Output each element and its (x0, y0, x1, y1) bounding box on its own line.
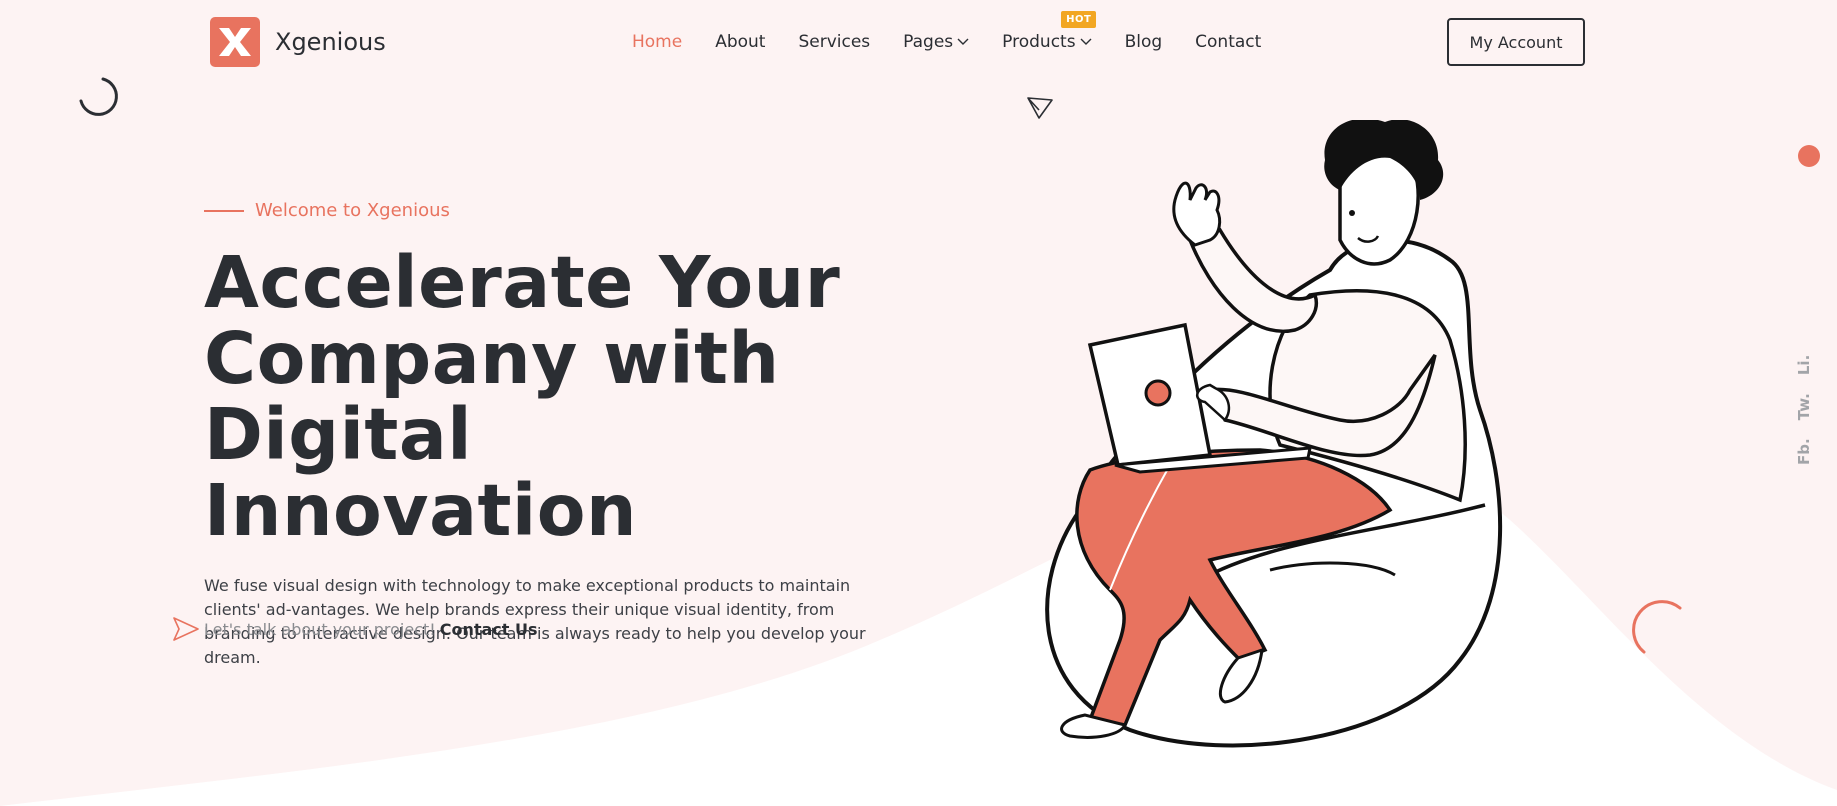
site-header: Xgenious Home About Services Pages HOT P… (0, 0, 1837, 84)
hero-title-line: Digital Innovation (204, 393, 638, 552)
cta-text: Let's talk about your project! (204, 619, 436, 639)
hero-title: Accelerate Your Company with Digital Inn… (204, 245, 924, 549)
chevron-down-icon (1080, 38, 1092, 45)
paper-plane-icon (1027, 97, 1053, 119)
logo-mark-icon (210, 17, 260, 67)
hero-cta: Let's talk about your project! Contact U… (171, 615, 538, 643)
social-link-twitter[interactable]: Tw. (1795, 393, 1813, 420)
nav-item-products-label: Products (1002, 32, 1076, 52)
brand-name: Xgenious (275, 28, 386, 56)
welcome-tagline: Welcome to Xgenious (204, 200, 924, 221)
nav-item-products[interactable]: HOT Products (1002, 11, 1097, 52)
send-arrow-icon (173, 617, 199, 641)
nav-item-blog[interactable]: Blog (1125, 32, 1163, 52)
contact-us-link[interactable]: Contact Us (440, 620, 538, 639)
chevron-down-icon (957, 38, 969, 45)
hero-illustration (1045, 120, 1503, 748)
hero-section: Welcome to Xgenious Accelerate Your Comp… (204, 200, 924, 670)
social-link-linkedin[interactable]: Fb. (1795, 438, 1813, 465)
nav-item-pages[interactable]: Pages (903, 32, 969, 52)
nav-item-pages-label: Pages (903, 32, 954, 52)
accent-dot-icon (1798, 145, 1820, 167)
social-links: Fb. Tw. Li. (1795, 337, 1813, 465)
nav-item-services[interactable]: Services (798, 32, 870, 52)
nav-item-home[interactable]: Home (632, 32, 682, 52)
brand-logo[interactable]: Xgenious (210, 17, 386, 67)
hero-title-line: Accelerate Your (204, 241, 841, 324)
accent-arc-icon (1632, 600, 1682, 654)
hero-title-line: Company with (204, 317, 780, 400)
welcome-line (204, 209, 244, 212)
welcome-text: Welcome to Xgenious (255, 200, 450, 221)
hot-badge: HOT (1061, 11, 1097, 28)
nav-item-contact[interactable]: Contact (1195, 32, 1261, 52)
social-link-facebook[interactable]: Li. (1795, 355, 1813, 375)
main-nav: Home About Services Pages HOT Products B… (632, 11, 1294, 52)
nav-item-about[interactable]: About (715, 32, 765, 52)
my-account-button[interactable]: My Account (1447, 18, 1585, 66)
